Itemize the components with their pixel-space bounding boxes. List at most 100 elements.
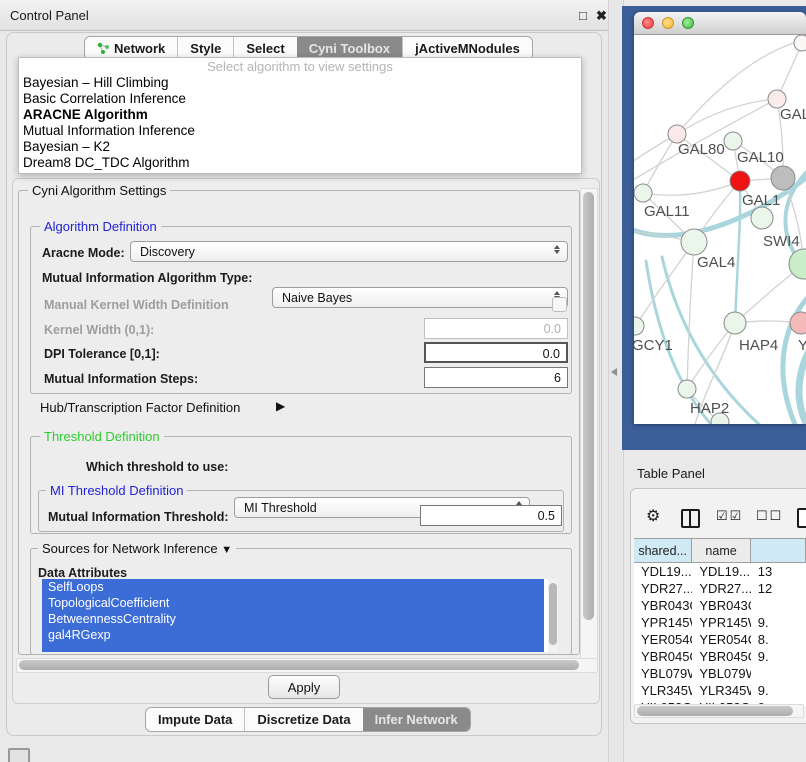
split-columns-icon[interactable] [681, 509, 700, 528]
data-attributes-list[interactable]: SelfLoopsTopologicalCoefficientBetweenne… [42, 579, 558, 652]
table-cell: YER054C [634, 631, 692, 648]
unchecked-boxes-icon[interactable]: ☐☐ [756, 508, 783, 524]
hub-section-label: Hub/Transcription Factor Definition [40, 400, 240, 415]
network-node-label: HAP4 [739, 337, 778, 354]
checked-boxes-icon[interactable]: ☑☑ [716, 508, 743, 524]
data-attribute-item[interactable] [42, 643, 544, 652]
table-cell: 9. [751, 682, 806, 699]
aracne-mode-select[interactable]: Discovery [130, 241, 568, 262]
network-canvas[interactable]: GALGAL80GAL10GAL1GAL11GAL4SWI4GCY1HAP4YH… [634, 35, 806, 424]
table-cell: YBR043C [692, 597, 750, 614]
control-panel-titlebar: Control Panel □ ✖ [0, 0, 608, 31]
algorithm-option[interactable]: Bayesian – Hill Climbing [19, 75, 581, 91]
network-node[interactable] [634, 317, 644, 335]
table-row[interactable]: YBR045CYBR045C9. [634, 648, 806, 665]
table-cell: YBR045C [634, 648, 692, 665]
attributes-scrollbar[interactable] [548, 579, 558, 652]
network-node[interactable] [678, 380, 696, 398]
network-node-label: GAL [780, 106, 806, 123]
manual-kernel-checkbox[interactable] [552, 297, 567, 312]
data-attribute-item[interactable]: TopologicalCoefficient [42, 595, 544, 611]
data-attributes-items: SelfLoopsTopologicalCoefficientBetweenne… [42, 579, 558, 652]
mi-threshold-input[interactable]: 0.5 [420, 505, 562, 526]
network-node-label: GAL11 [644, 203, 690, 220]
threshold-definition-title: Threshold Definition [40, 429, 164, 444]
close-icon[interactable]: ✖ [596, 8, 607, 24]
table-row[interactable]: YBR043CYBR043C [634, 597, 806, 614]
data-attribute-item[interactable]: BetweennessCentrality [42, 611, 544, 627]
network-node[interactable] [681, 229, 707, 255]
close-traffic-light-icon[interactable] [642, 17, 654, 29]
tab-network-label: Network [114, 41, 165, 56]
algorithm-option[interactable]: Dream8 DC_TDC Algorithm [19, 155, 581, 171]
network-node[interactable] [771, 166, 795, 190]
minimize-traffic-light-icon[interactable] [662, 17, 674, 29]
network-node-label: GAL80 [678, 141, 725, 158]
tab-impute-data[interactable]: Impute Data [146, 708, 244, 731]
network-edge[interactable] [735, 185, 740, 323]
table-horizontal-scrollbar[interactable] [634, 704, 804, 718]
network-node[interactable] [730, 171, 750, 191]
network-node[interactable] [794, 35, 806, 51]
application-root: Control Panel □ ✖ Network Style Select C… [0, 0, 806, 762]
network-node[interactable] [790, 312, 806, 334]
zoom-traffic-light-icon[interactable] [682, 17, 694, 29]
dpi-tolerance-label: DPI Tolerance [0,1]: [44, 347, 160, 361]
table-cell: YER054C [692, 631, 750, 648]
table-row[interactable]: YPR145WYPR145W9. [634, 614, 806, 631]
aracne-mode-value: Discovery [140, 245, 195, 259]
table-row[interactable]: YLR345WYLR345W9. [634, 682, 806, 699]
data-attribute-item[interactable]: SelfLoops [42, 579, 544, 595]
mi-steps-label: Mutual Information Steps: [44, 372, 198, 386]
table-panel-title: Table Panel [637, 466, 705, 481]
tab-infer-network[interactable]: Infer Network [363, 708, 470, 731]
algorithm-definition-title: Algorithm Definition [40, 219, 161, 234]
apply-button[interactable]: Apply [268, 675, 340, 699]
collapse-arrow-icon[interactable]: ▼ [221, 544, 232, 556]
column-header[interactable]: name [692, 539, 750, 562]
dpi-tolerance-input[interactable]: 0.0 [424, 342, 568, 363]
settings-horizontal-scrollbar[interactable] [16, 658, 598, 673]
table-row[interactable]: YDR27...YDR27...12 [634, 580, 806, 597]
mi-steps-input[interactable]: 6 [424, 367, 568, 388]
table-row[interactable]: YDL19...YDL19...13 [634, 563, 806, 580]
gear-icon[interactable]: ⚙ [646, 506, 660, 526]
mi-type-select[interactable]: Naive Bayes [272, 287, 568, 308]
which-threshold-label: Which threshold to use: [86, 460, 228, 474]
network-edge[interactable] [687, 242, 694, 389]
network-node-label: GCY1 [634, 337, 673, 354]
table-cell: YLR345W [692, 682, 750, 699]
table-cell: 9. [751, 614, 806, 631]
column-header[interactable]: shared... [634, 539, 692, 562]
network-window: GALGAL80GAL10GAL1GAL11GAL4SWI4GCY1HAP4YH… [634, 12, 806, 424]
network-node-label: GAL1 [742, 192, 780, 209]
table-cell: YDL19... [692, 563, 750, 580]
table-cell [751, 665, 806, 682]
collapsed-panel-icon[interactable] [8, 748, 30, 762]
column-header[interactable] [751, 539, 806, 562]
network-window-titlebar [634, 12, 806, 35]
network-tab-icon [97, 42, 110, 55]
algorithm-option[interactable]: Bayesian – K2 [19, 139, 581, 155]
collapse-divider-icon[interactable] [611, 368, 617, 376]
algorithm-option[interactable]: Mutual Information Inference [19, 123, 581, 139]
network-node[interactable] [724, 312, 746, 334]
tab-discretize-data[interactable]: Discretize Data [244, 708, 362, 731]
network-node[interactable] [751, 207, 773, 229]
table-row[interactable]: YER054CYER054C8. [634, 631, 806, 648]
expand-arrow-icon[interactable]: ▶ [276, 399, 285, 413]
network-node[interactable] [634, 184, 652, 202]
algorithm-option[interactable]: ARACNE Algorithm [19, 107, 581, 123]
float-window-icon[interactable]: □ [579, 8, 587, 23]
kernel-width-input[interactable]: 0.0 [424, 318, 568, 339]
settings-vertical-scrollbar[interactable] [580, 188, 598, 660]
network-edge[interactable] [643, 181, 740, 195]
algorithm-option[interactable]: Basic Correlation Inference [19, 91, 581, 107]
page-icon[interactable] [797, 508, 806, 528]
table-row[interactable]: YBL079WYBL079W [634, 665, 806, 682]
network-node[interactable] [724, 132, 742, 150]
network-edge[interactable] [687, 323, 735, 389]
table-cell: 12 [751, 580, 806, 597]
network-edge[interactable] [635, 242, 694, 326]
data-attribute-item[interactable]: gal4RGexp [42, 627, 544, 643]
